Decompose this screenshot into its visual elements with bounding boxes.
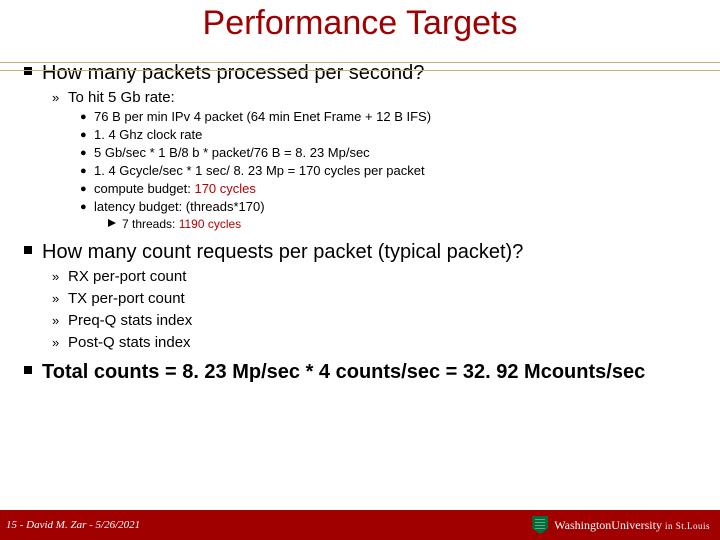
list-item-text: Preq-Q stats index xyxy=(68,312,192,330)
triangle-bullet-icon xyxy=(108,217,122,232)
slide-title: Performance Targets xyxy=(24,0,696,43)
question-2-text: How many count requests per packet (typi… xyxy=(42,240,523,264)
list-item-text: TX per-port count xyxy=(68,290,185,308)
list-item-text: 1. 4 Gcycle/sec * 1 sec/ 8. 23 Mp = 170 … xyxy=(94,163,425,179)
list-item-text: 5 Gb/sec * 1 B/8 b * packet/76 B = 8. 23… xyxy=(94,145,370,161)
highlight-text: 1190 cycles xyxy=(179,217,241,231)
list-item: » Post-Q stats index xyxy=(52,334,696,352)
list-item: ● 1. 4 Ghz clock rate xyxy=(80,127,696,143)
list-item: ● 1. 4 Gcycle/sec * 1 sec/ 8. 23 Mp = 17… xyxy=(80,163,696,179)
university-name: WashingtonUniversity xyxy=(554,518,662,532)
footer-right: WashingtonUniversity in St.Louis xyxy=(532,516,710,534)
list-item: ● 76 B per min IPv 4 packet (64 min Enet… xyxy=(80,109,696,125)
dot-bullet-icon: ● xyxy=(80,181,94,197)
chevron-bullet-icon: » xyxy=(52,290,68,308)
sub-list-text: 7 threads: 1190 cycles xyxy=(122,217,241,232)
list-item-text: latency budget: (threads*170) xyxy=(94,199,265,215)
chevron-bullet-icon: » xyxy=(52,268,68,286)
footer-left: 15 - David M. Zar - 5/26/2021 xyxy=(6,519,140,531)
chevron-bullet-icon: » xyxy=(52,89,68,107)
list-item-text: 1. 4 Ghz clock rate xyxy=(94,127,202,143)
subpoint-text: To hit 5 Gb rate: xyxy=(68,89,175,107)
square-bullet-icon xyxy=(24,61,42,85)
question-2: How many count requests per packet (typi… xyxy=(24,240,696,264)
list-item: ● latency budget: (threads*170) xyxy=(80,199,696,215)
list-item-text: compute budget: 170 cycles xyxy=(94,181,256,197)
sub-list-item: 7 threads: 1190 cycles xyxy=(108,217,696,232)
chevron-bullet-icon: » xyxy=(52,312,68,330)
list-item: ● compute budget: 170 cycles xyxy=(80,181,696,197)
list-item: » RX per-port count xyxy=(52,268,696,286)
question-1: How many packets processed per second? xyxy=(24,61,696,85)
list-item: » Preq-Q stats index xyxy=(52,312,696,330)
dot-bullet-icon: ● xyxy=(80,199,94,215)
total-line: Total counts = 8. 23 Mp/sec * 4 counts/s… xyxy=(24,360,696,384)
university-logo-text: WashingtonUniversity in St.Louis xyxy=(554,518,710,533)
text-prefix: 7 threads: xyxy=(122,217,179,231)
list-item: ● 5 Gb/sec * 1 B/8 b * packet/76 B = 8. … xyxy=(80,145,696,161)
dot-bullet-icon: ● xyxy=(80,127,94,143)
highlight-text: 170 cycles xyxy=(194,181,255,196)
chevron-bullet-icon: » xyxy=(52,334,68,352)
total-text: Total counts = 8. 23 Mp/sec * 4 counts/s… xyxy=(42,360,645,384)
list-item-text: Post-Q stats index xyxy=(68,334,191,352)
text-prefix: compute budget: xyxy=(94,181,194,196)
dot-bullet-icon: ● xyxy=(80,145,94,161)
slide-body: How many packets processed per second? »… xyxy=(24,43,696,384)
square-bullet-icon xyxy=(24,240,42,264)
slide: Performance Targets How many packets pro… xyxy=(0,0,720,540)
list-item-text: RX per-port count xyxy=(68,268,186,286)
university-location: in St.Louis xyxy=(665,521,710,531)
shield-icon xyxy=(532,516,548,534)
square-bullet-icon xyxy=(24,360,42,384)
question-1-text: How many packets processed per second? xyxy=(42,61,424,85)
footer: 15 - David M. Zar - 5/26/2021 Washington… xyxy=(0,510,720,540)
list-item: » TX per-port count xyxy=(52,290,696,308)
list-item-text: 76 B per min IPv 4 packet (64 min Enet F… xyxy=(94,109,431,125)
subpoint: » To hit 5 Gb rate: xyxy=(52,89,696,107)
dot-bullet-icon: ● xyxy=(80,109,94,125)
dot-bullet-icon: ● xyxy=(80,163,94,179)
